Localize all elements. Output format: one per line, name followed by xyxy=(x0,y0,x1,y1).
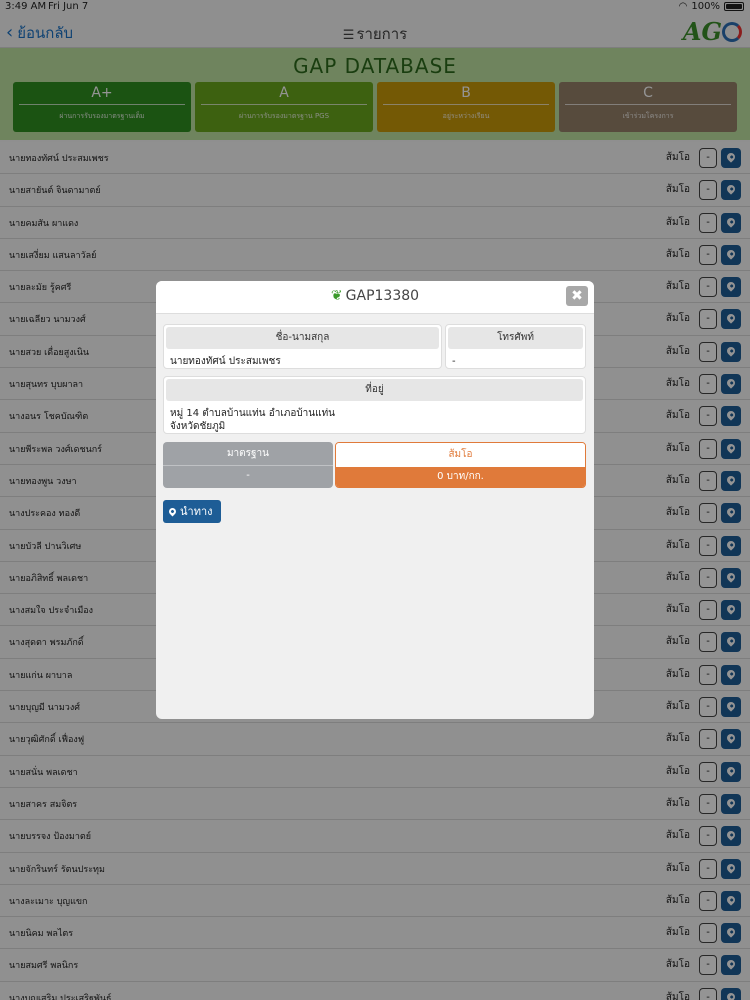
modal-title: ❦ GAP13380 xyxy=(156,288,594,304)
address-value: หมู่ 14 ตำบลบ้านแท่น อำเภอบ้านแท่น จังหว… xyxy=(164,403,585,433)
modal-title-text: GAP13380 xyxy=(345,288,420,304)
product-price: 0 บาท/กก. xyxy=(336,467,585,487)
navigate-button[interactable]: นำทาง xyxy=(163,500,221,523)
name-value: นายทองทัศน์ ประสมเพชร xyxy=(170,356,281,367)
product-header: ส้มโอ xyxy=(336,443,585,467)
navigate-label: นำทาง xyxy=(180,505,213,518)
standard-card: มาตรฐาน - xyxy=(163,442,333,488)
name-card: ชื่อ-นามสกุล นายทองทัศน์ ประสมเพชร xyxy=(163,324,442,369)
farmer-detail-modal: ❦ GAP13380 ✖ ชื่อ-นามสกุล นายทองทัศน์ ประ… xyxy=(156,281,594,719)
sprout-icon: ❦ xyxy=(330,288,343,304)
product-price-card: ส้มโอ 0 บาท/กก. xyxy=(335,442,586,488)
address-header: ที่อยู่ xyxy=(166,379,583,401)
address-line-2: จังหวัดชัยภูมิ xyxy=(170,421,226,432)
address-card: ที่อยู่ หมู่ 14 ตำบลบ้านแท่น อำเภอบ้านแท… xyxy=(163,376,586,434)
map-pin-icon xyxy=(167,506,178,517)
close-button[interactable]: ✖ xyxy=(566,286,588,306)
name-header: ชื่อ-นามสกุล xyxy=(166,327,439,349)
phone-card: โทรศัพท์ - xyxy=(445,324,586,369)
address-line-1: หมู่ 14 ตำบลบ้านแท่น อำเภอบ้านแท่น xyxy=(170,408,336,419)
phone-value: - xyxy=(452,356,456,367)
phone-header: โทรศัพท์ xyxy=(448,327,583,349)
standard-header: มาตรฐาน xyxy=(163,442,333,466)
standard-value: - xyxy=(246,470,250,481)
modal-header: ❦ GAP13380 ✖ xyxy=(156,281,594,314)
